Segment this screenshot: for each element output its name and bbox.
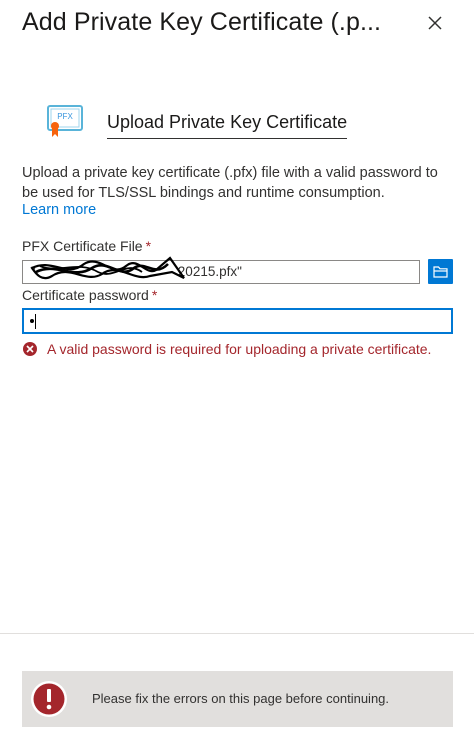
learn-more-link[interactable]: Learn more (22, 202, 96, 218)
certificate-password-label: Certificate password * (22, 287, 157, 303)
error-circle-icon (23, 342, 37, 356)
pfx-file-prefix: " (31, 264, 36, 279)
password-error-message: A valid password is required for uploadi… (47, 341, 432, 357)
pfx-file-input[interactable]: " 20215.pfx" (22, 260, 420, 284)
footer-divider (0, 633, 474, 634)
section-heading: Upload Private Key Certificate (107, 112, 348, 139)
text-caret (35, 314, 36, 329)
pfx-certificate-icon: PFX (47, 105, 83, 137)
required-asterisk: * (151, 287, 158, 303)
required-asterisk: * (145, 238, 152, 254)
pfx-file-value: 20215.pfx" (177, 264, 242, 279)
close-icon[interactable] (424, 12, 446, 34)
panel-title: Add Private Key Certificate (.p... (22, 8, 382, 36)
pfx-file-label: PFX Certificate File * (22, 238, 151, 254)
browse-file-button[interactable] (428, 259, 453, 284)
password-mask-dot (30, 319, 34, 323)
pfx-icon-label: PFX (57, 112, 73, 121)
certificate-password-label-text: Certificate password (22, 287, 149, 303)
error-banner: Please fix the errors on this page befor… (22, 671, 453, 727)
pfx-file-label-text: PFX Certificate File (22, 238, 143, 254)
section-description: Upload a private key certificate (.pfx) … (22, 165, 438, 201)
error-exclamation-icon (31, 681, 67, 717)
folder-icon (433, 266, 448, 278)
certificate-password-input[interactable] (22, 308, 453, 334)
error-banner-message: Please fix the errors on this page befor… (92, 691, 390, 706)
